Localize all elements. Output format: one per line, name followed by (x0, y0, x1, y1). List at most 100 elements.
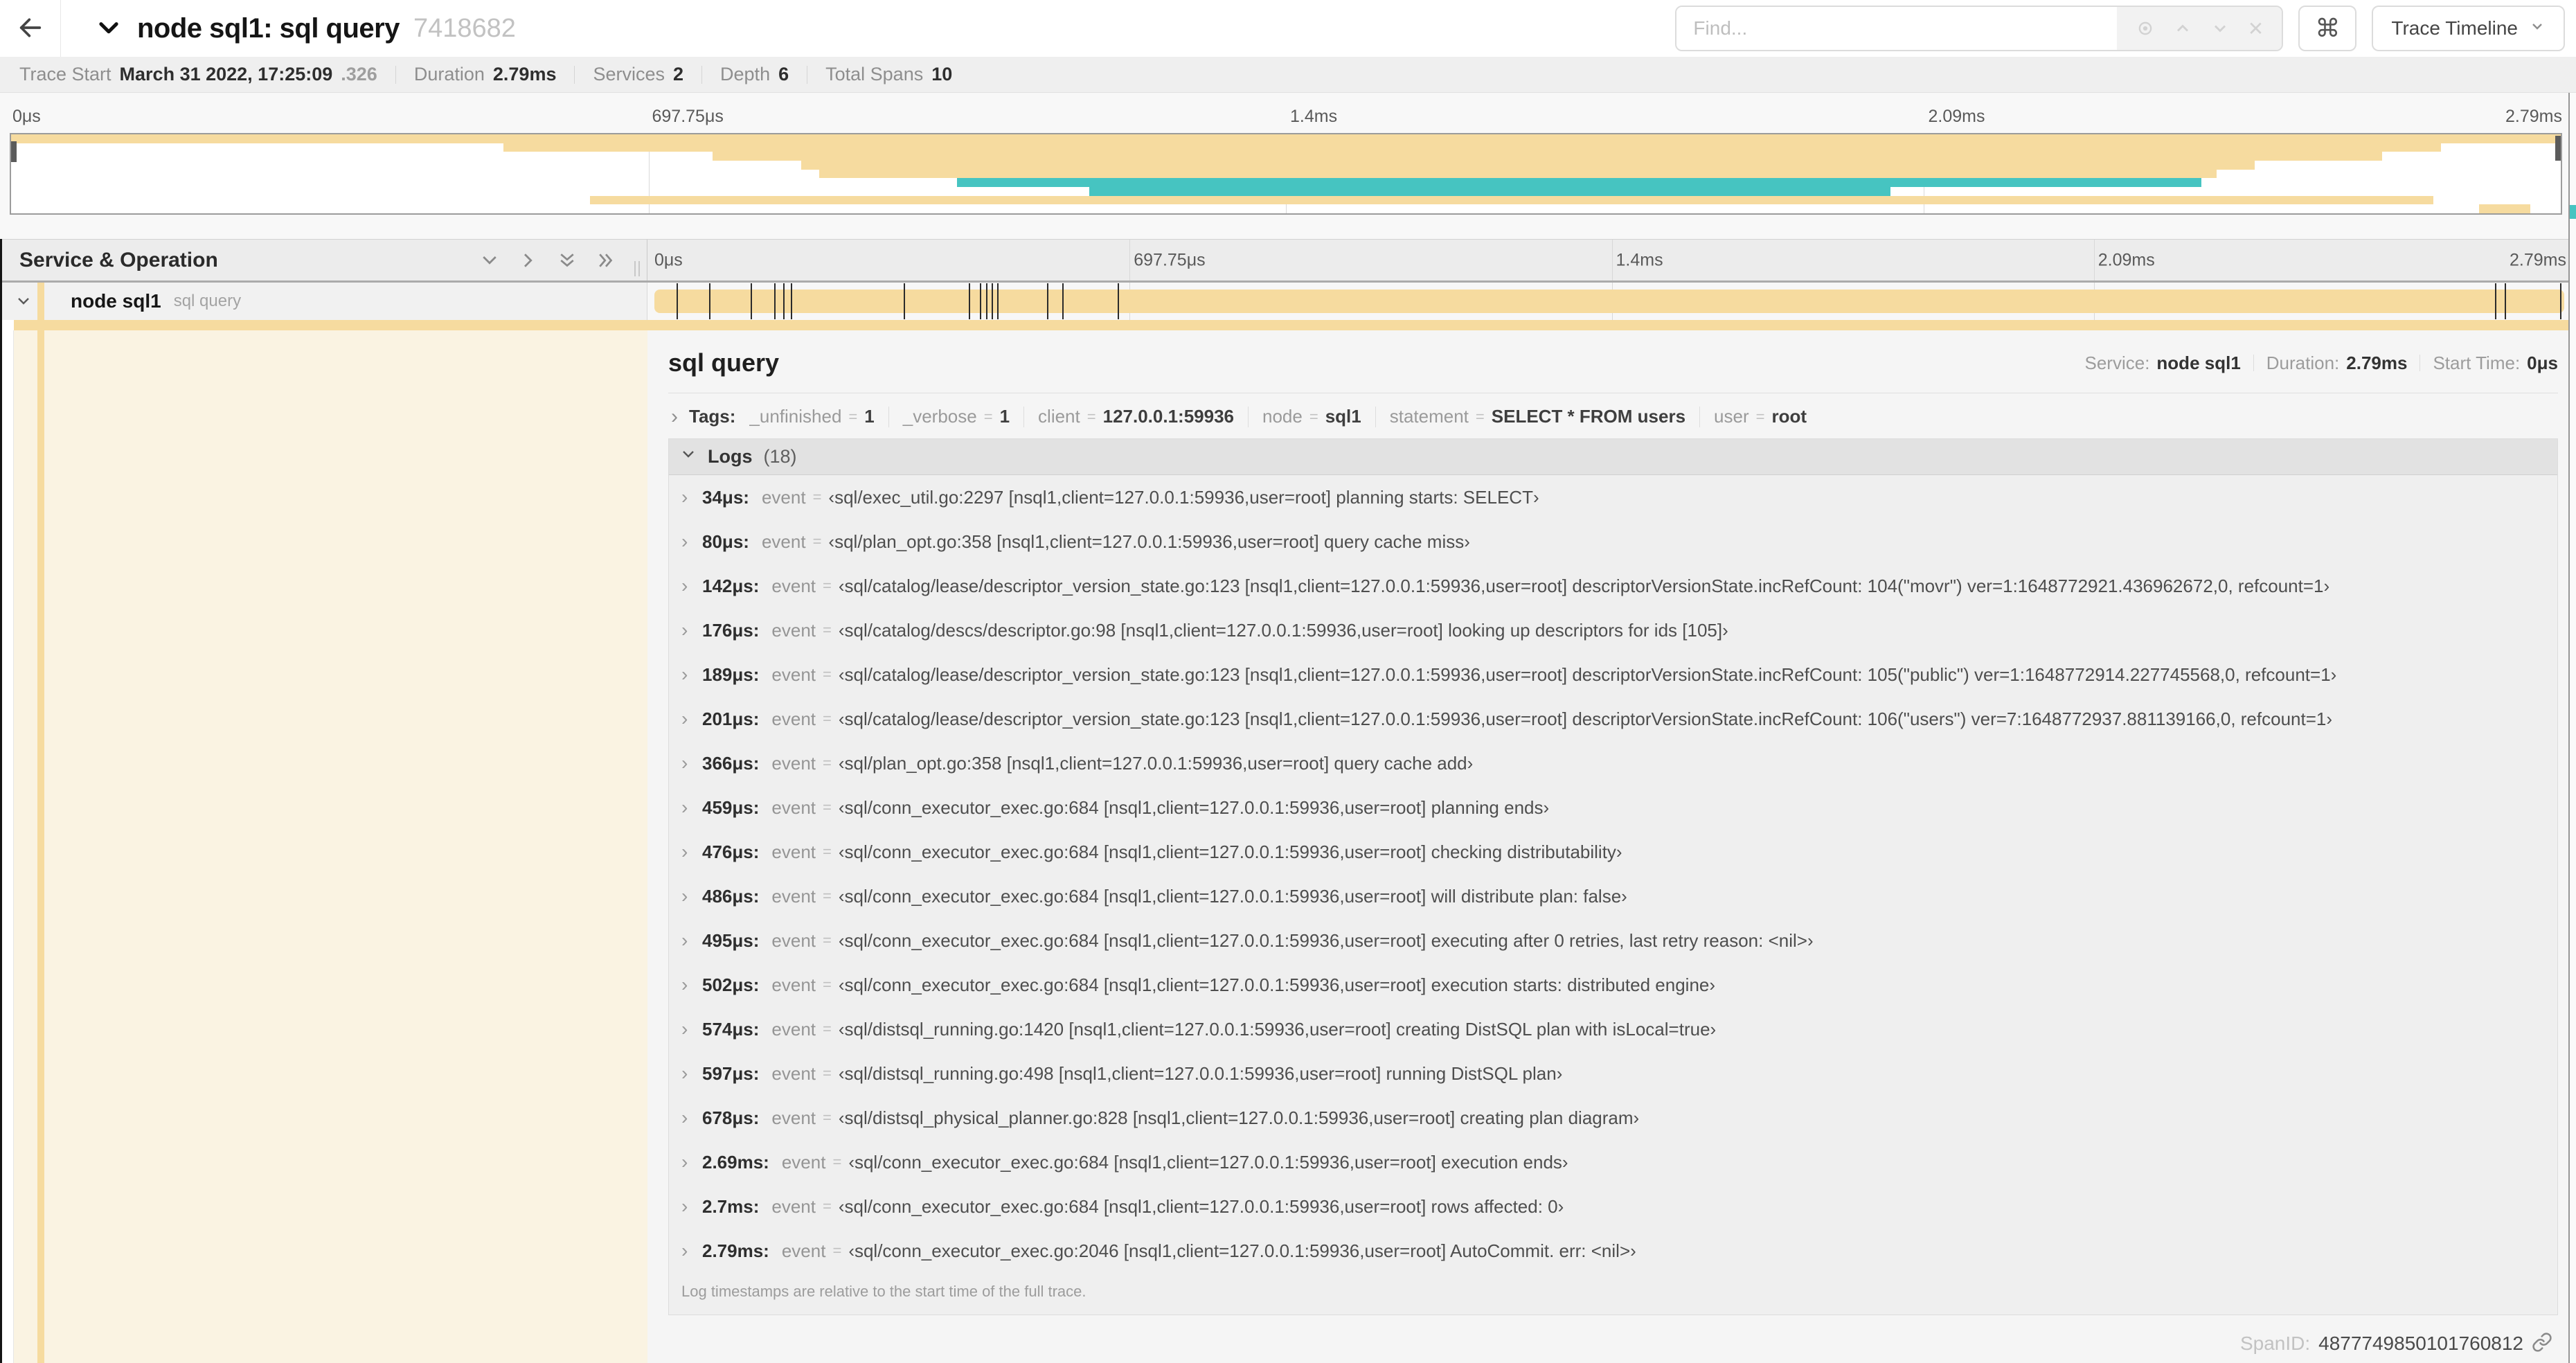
deep-link-button[interactable] (2532, 1332, 2552, 1355)
chevron-right-icon[interactable]: › (681, 1108, 702, 1128)
minimap-right-scrub-handle[interactable] (2555, 136, 2561, 161)
tag-value: root (1771, 406, 1807, 427)
column-resizer-grip[interactable] (634, 261, 640, 276)
minimap-span-bar (712, 152, 2383, 161)
span-collapse-chevron-icon[interactable] (15, 293, 32, 310)
tag-value: 1 (864, 406, 875, 427)
span-duration-bar[interactable] (654, 283, 2565, 319)
trace-view-selector[interactable]: Trace Timeline (2372, 6, 2565, 51)
trace-metadata-bar: Trace Start March 31 2022, 17:25:09 .326 Du… (0, 57, 2576, 93)
tags-list: _unfinished = 1 _verbose = 1 client = 127.0.0.1:… (749, 406, 1807, 427)
equals-sign: = (983, 407, 993, 425)
span-row-name-column[interactable]: node sql1 sql query (0, 283, 647, 320)
log-row[interactable]: › 34μs: event = ‹sql/exec_util.go:2297 [nsql… (669, 475, 2557, 519)
chevron-right-icon[interactable]: › (681, 975, 702, 995)
chevron-right-icon[interactable]: › (681, 532, 702, 551)
divider (1023, 406, 1025, 427)
log-row[interactable]: › 495μs: event = ‹sql/conn_executor_exec.go:… (669, 918, 2557, 963)
tick-label: 1.4ms (1616, 250, 1663, 269)
tag-key: client (1038, 406, 1080, 427)
chevron-right-icon[interactable]: › (681, 576, 702, 596)
chevron-right-icon[interactable]: › (681, 931, 702, 950)
logs-chevron-icon[interactable] (680, 446, 697, 467)
meta-value: 10 (931, 64, 953, 84)
next-match-icon[interactable] (2210, 19, 2230, 38)
minimap-left-scrub-handle[interactable] (11, 141, 17, 162)
chevron-right-icon[interactable]: › (681, 709, 702, 729)
chevron-right-icon[interactable]: › (681, 1197, 702, 1216)
log-row[interactable]: › 201μs: event = ‹sql/catalog/lease/descript… (669, 697, 2557, 741)
scrollbar-strip[interactable] (2568, 93, 2576, 1363)
log-row[interactable]: › 2.79ms: event = ‹sql/conn_executor_exec.go… (669, 1229, 2557, 1273)
chevron-right-icon[interactable]: › (681, 1064, 702, 1083)
minimap-span-bar (819, 169, 2217, 179)
find-input[interactable] (1676, 7, 2118, 50)
log-row[interactable]: › 678μs: event = ‹sql/distsql_physical_plann… (669, 1096, 2557, 1140)
chevron-right-icon[interactable]: › (681, 798, 702, 817)
meta-label: Services (593, 64, 665, 84)
tag-item: user = root (1714, 406, 1807, 427)
logs-count: (18) (763, 446, 797, 467)
log-row[interactable]: › 476μs: event = ‹sql/conn_executor_exec.go:… (669, 830, 2557, 874)
equals-sign: = (823, 976, 832, 993)
chevron-right-icon[interactable]: › (681, 665, 702, 684)
clear-find-icon[interactable]: ✕ (2248, 17, 2264, 40)
log-field-key: event (771, 708, 816, 729)
minimap-canvas[interactable] (10, 133, 2562, 215)
log-field-key: event (771, 796, 816, 818)
detail-header: sql query Service: node sql1 Duration: 2.79… (668, 330, 2558, 377)
trace-id: 7418682 (413, 13, 516, 43)
chevron-right-icon[interactable]: › (681, 887, 702, 906)
chevron-right-icon[interactable]: › (681, 488, 702, 507)
collapse-all-icon[interactable] (557, 250, 578, 271)
minimap-span-bar (11, 134, 2561, 143)
log-row[interactable]: › 486μs: event = ‹sql/conn_executor_exec.go:… (669, 874, 2557, 918)
log-row[interactable]: › 502μs: event = ‹sql/conn_executor_exec.go:… (669, 963, 2557, 1007)
tags-chevron-icon[interactable]: › (671, 406, 678, 427)
log-field-key: event (771, 575, 816, 596)
focus-match-icon[interactable] (2136, 19, 2155, 38)
span-row-timeline[interactable] (647, 283, 2576, 320)
log-row[interactable]: › 2.69ms: event = ‹sql/conn_executor_exec.go… (669, 1140, 2557, 1184)
chevron-right-icon[interactable]: › (681, 842, 702, 862)
span-row[interactable]: node sql1 sql query (0, 283, 2576, 320)
log-row[interactable]: › 176μs: event = ‹sql/catalog/descs/descript… (669, 608, 2557, 652)
chevron-right-icon[interactable]: › (681, 1019, 702, 1039)
log-row[interactable]: › 459μs: event = ‹sql/conn_executor_exec.go:… (669, 785, 2557, 830)
log-timestamp: 476μs: (702, 841, 760, 862)
equals-sign: = (823, 666, 832, 683)
expanded-span-accent (14, 320, 2576, 330)
chevron-right-icon[interactable]: › (681, 621, 702, 640)
keyboard-shortcuts-button[interactable]: ⌘ (2298, 6, 2357, 51)
expand-one-icon[interactable] (518, 250, 539, 271)
log-field-key: event (771, 619, 816, 641)
back-button[interactable] (0, 0, 61, 57)
collapse-one-icon[interactable] (479, 250, 500, 271)
log-row[interactable]: › 142μs: event = ‹sql/catalog/lease/descript… (669, 564, 2557, 608)
tags-row[interactable]: › Tags: _unfinished = 1 _verbose = 1 client = 12… (668, 393, 2558, 438)
log-timestamp: 80μs: (702, 531, 749, 552)
log-row[interactable]: › 80μs: event = ‹sql/plan_opt.go:358 [nsql1,… (669, 519, 2557, 564)
collapse-trace-chevron-icon[interactable] (96, 15, 122, 42)
chevron-right-icon[interactable]: › (681, 1241, 702, 1260)
chevron-right-icon[interactable]: › (681, 1152, 702, 1172)
expand-all-icon[interactable] (596, 250, 616, 271)
log-row[interactable]: › 2.7ms: event = ‹sql/conn_executor_exec.go:… (669, 1184, 2557, 1229)
divider (701, 65, 703, 84)
divider (1248, 406, 1249, 427)
log-field-value: ‹sql/conn_executor_exec.go:684 [nsql1,cl… (838, 1195, 1564, 1217)
prev-match-icon[interactable] (2173, 19, 2192, 38)
log-row[interactable]: › 366μs: event = ‹sql/plan_opt.go:358 [nsql1… (669, 741, 2557, 785)
service-operation-title: Service & Operation (19, 248, 218, 271)
span-detail-wrap: sql query Service: node sql1 Duration: 2.79… (0, 330, 2576, 1363)
log-row[interactable]: › 574μs: event = ‹sql/distsql_running.go:142… (669, 1007, 2557, 1051)
chevron-right-icon[interactable]: › (681, 754, 702, 773)
logs-header[interactable]: Logs (18) (669, 439, 2557, 475)
spanid-row: SpanID: 4877749850101760812 (668, 1315, 2558, 1355)
log-row[interactable]: › 597μs: event = ‹sql/distsql_running.go:498… (669, 1051, 2557, 1096)
log-row[interactable]: › 189μs: event = ‹sql/catalog/lease/descript… (669, 652, 2557, 697)
log-field-value: ‹sql/catalog/lease/descriptor_version_st… (838, 575, 2330, 596)
log-field-value: ‹sql/distsql_running.go:1420 [nsql1,clie… (838, 1018, 1717, 1040)
tick-label: 697.75μs (1134, 250, 1206, 269)
tag-key: _verbose (902, 406, 977, 427)
